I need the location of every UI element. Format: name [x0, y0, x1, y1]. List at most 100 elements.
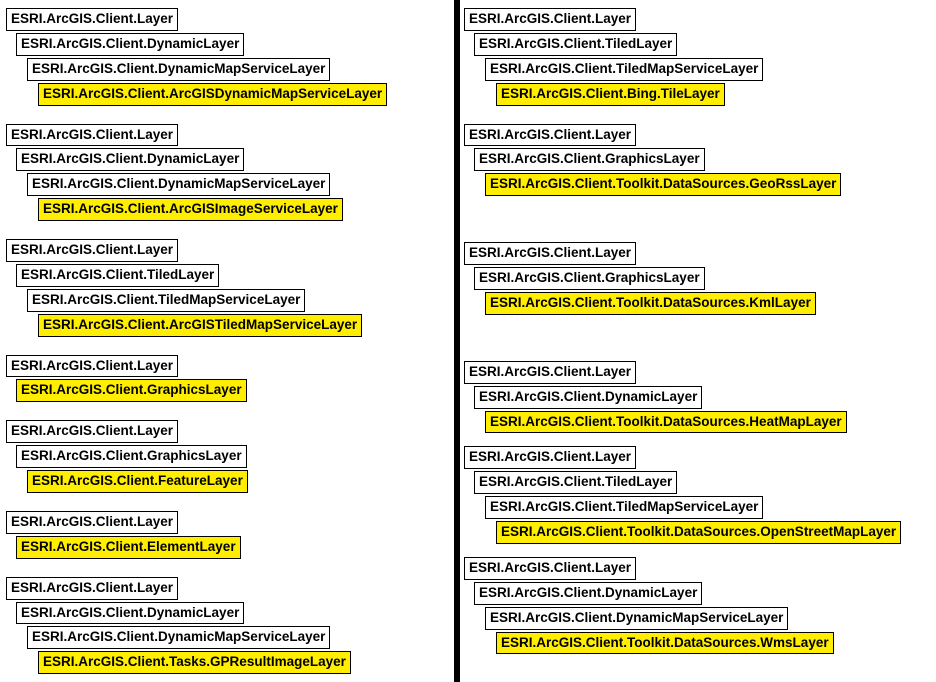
- class-row: ESRI.ArcGIS.Client.Tasks.GPResultImageLa…: [6, 649, 448, 674]
- class-box-leaf: ESRI.ArcGIS.Client.Toolkit.DataSources.H…: [485, 411, 847, 434]
- class-box-leaf: ESRI.ArcGIS.Client.Toolkit.DataSources.G…: [485, 173, 841, 196]
- class-row: ESRI.ArcGIS.Client.DynamicMapServiceLaye…: [464, 605, 930, 630]
- class-box: ESRI.ArcGIS.Client.Layer: [464, 242, 636, 265]
- class-row: ESRI.ArcGIS.Client.DynamicMapServiceLaye…: [6, 171, 448, 196]
- class-box: ESRI.ArcGIS.Client.Layer: [464, 446, 636, 469]
- class-box: ESRI.ArcGIS.Client.TiledLayer: [474, 471, 677, 494]
- class-box-leaf: ESRI.ArcGIS.Client.Bing.TileLayer: [496, 83, 725, 106]
- class-box-leaf: ESRI.ArcGIS.Client.ElementLayer: [16, 536, 241, 559]
- class-row: ESRI.ArcGIS.Client.DynamicLayer: [464, 580, 930, 605]
- class-row: ESRI.ArcGIS.Client.DynamicLayer: [6, 146, 448, 171]
- class-box: ESRI.ArcGIS.Client.DynamicLayer: [474, 582, 702, 605]
- class-row: ESRI.ArcGIS.Client.Layer: [6, 237, 448, 262]
- hierarchy-group: ESRI.ArcGIS.Client.LayerESRI.ArcGIS.Clie…: [464, 444, 930, 544]
- class-box: ESRI.ArcGIS.Client.DynamicLayer: [16, 148, 244, 171]
- class-row: ESRI.ArcGIS.Client.Bing.TileLayer: [464, 81, 930, 106]
- class-box: ESRI.ArcGIS.Client.GraphicsLayer: [474, 267, 705, 290]
- class-box: ESRI.ArcGIS.Client.TiledLayer: [474, 33, 677, 56]
- diagram-root: ESRI.ArcGIS.Client.LayerESRI.ArcGIS.Clie…: [0, 0, 936, 682]
- class-box-leaf: ESRI.ArcGIS.Client.ArcGISTiledMapService…: [38, 314, 362, 337]
- class-row: ESRI.ArcGIS.Client.DynamicLayer: [6, 31, 448, 56]
- class-row: ESRI.ArcGIS.Client.TiledMapServiceLayer: [6, 287, 448, 312]
- class-box: ESRI.ArcGIS.Client.DynamicMapServiceLaye…: [27, 626, 330, 649]
- class-box: ESRI.ArcGIS.Client.GraphicsLayer: [474, 148, 705, 171]
- class-row: ESRI.ArcGIS.Client.Toolkit.DataSources.O…: [464, 519, 930, 544]
- class-box-leaf: ESRI.ArcGIS.Client.Toolkit.DataSources.W…: [496, 632, 834, 655]
- class-box-leaf: ESRI.ArcGIS.Client.FeatureLayer: [27, 470, 248, 493]
- class-row: ESRI.ArcGIS.Client.Layer: [6, 6, 448, 31]
- class-row: ESRI.ArcGIS.Client.Layer: [6, 418, 448, 443]
- class-box: ESRI.ArcGIS.Client.Layer: [6, 577, 178, 600]
- class-row: ESRI.ArcGIS.Client.TiledMapServiceLayer: [464, 494, 930, 519]
- hierarchy-group: ESRI.ArcGIS.Client.LayerESRI.ArcGIS.Clie…: [464, 122, 930, 197]
- hierarchy-group: ESRI.ArcGIS.Client.LayerESRI.ArcGIS.Clie…: [464, 359, 930, 434]
- hierarchy-group: ESRI.ArcGIS.Client.LayerESRI.ArcGIS.Clie…: [464, 240, 930, 315]
- class-box: ESRI.ArcGIS.Client.GraphicsLayer: [16, 445, 247, 468]
- class-box-leaf: ESRI.ArcGIS.Client.Tasks.GPResultImageLa…: [38, 651, 351, 674]
- hierarchy-group: ESRI.ArcGIS.Client.LayerESRI.ArcGIS.Clie…: [464, 555, 930, 655]
- class-row: ESRI.ArcGIS.Client.Layer: [6, 122, 448, 147]
- class-box-leaf: ESRI.ArcGIS.Client.Toolkit.DataSources.O…: [496, 521, 901, 544]
- class-box-leaf: ESRI.ArcGIS.Client.GraphicsLayer: [16, 379, 247, 402]
- left-column: ESRI.ArcGIS.Client.LayerESRI.ArcGIS.Clie…: [0, 0, 454, 682]
- class-box: ESRI.ArcGIS.Client.Layer: [6, 8, 178, 31]
- class-box: ESRI.ArcGIS.Client.DynamicMapServiceLaye…: [485, 607, 788, 630]
- class-row: ESRI.ArcGIS.Client.Layer: [6, 353, 448, 378]
- class-row: ESRI.ArcGIS.Client.ArcGISImageServiceLay…: [6, 196, 448, 221]
- class-box: ESRI.ArcGIS.Client.DynamicLayer: [16, 602, 244, 625]
- class-row: ESRI.ArcGIS.Client.DynamicMapServiceLaye…: [6, 56, 448, 81]
- class-box-leaf: ESRI.ArcGIS.Client.ArcGISDynamicMapServi…: [38, 83, 387, 106]
- class-row: ESRI.ArcGIS.Client.Toolkit.DataSources.H…: [464, 409, 930, 434]
- class-row: ESRI.ArcGIS.Client.ArcGISDynamicMapServi…: [6, 81, 448, 106]
- hierarchy-group: ESRI.ArcGIS.Client.LayerESRI.ArcGIS.Clie…: [6, 353, 448, 403]
- class-row: ESRI.ArcGIS.Client.DynamicMapServiceLaye…: [6, 624, 448, 649]
- class-box: ESRI.ArcGIS.Client.TiledMapServiceLayer: [27, 289, 305, 312]
- hierarchy-group: ESRI.ArcGIS.Client.LayerESRI.ArcGIS.Clie…: [6, 237, 448, 337]
- class-row: ESRI.ArcGIS.Client.TiledMapServiceLayer: [464, 56, 930, 81]
- class-box: ESRI.ArcGIS.Client.Layer: [6, 511, 178, 534]
- class-box: ESRI.ArcGIS.Client.Layer: [464, 8, 636, 31]
- class-row: ESRI.ArcGIS.Client.GraphicsLayer: [464, 265, 930, 290]
- class-box: ESRI.ArcGIS.Client.Layer: [6, 355, 178, 378]
- class-box: ESRI.ArcGIS.Client.Layer: [6, 124, 178, 147]
- right-column: ESRI.ArcGIS.Client.LayerESRI.ArcGIS.Clie…: [460, 0, 936, 682]
- hierarchy-group: ESRI.ArcGIS.Client.LayerESRI.ArcGIS.Clie…: [6, 6, 448, 106]
- hierarchy-group: ESRI.ArcGIS.Client.LayerESRI.ArcGIS.Clie…: [6, 509, 448, 559]
- class-box: ESRI.ArcGIS.Client.DynamicLayer: [16, 33, 244, 56]
- class-box: ESRI.ArcGIS.Client.TiledMapServiceLayer: [485, 496, 763, 519]
- class-row: ESRI.ArcGIS.Client.GraphicsLayer: [464, 146, 930, 171]
- class-row: ESRI.ArcGIS.Client.Layer: [6, 575, 448, 600]
- class-row: ESRI.ArcGIS.Client.Toolkit.DataSources.G…: [464, 171, 930, 196]
- class-row: ESRI.ArcGIS.Client.FeatureLayer: [6, 468, 448, 493]
- class-box: ESRI.ArcGIS.Client.Layer: [6, 239, 178, 262]
- hierarchy-group: ESRI.ArcGIS.Client.LayerESRI.ArcGIS.Clie…: [6, 122, 448, 222]
- class-box: ESRI.ArcGIS.Client.Layer: [464, 361, 636, 384]
- class-row: ESRI.ArcGIS.Client.ArcGISTiledMapService…: [6, 312, 448, 337]
- class-row: ESRI.ArcGIS.Client.Layer: [464, 6, 930, 31]
- class-row: ESRI.ArcGIS.Client.ElementLayer: [6, 534, 448, 559]
- class-box: ESRI.ArcGIS.Client.TiledMapServiceLayer: [485, 58, 763, 81]
- class-row: ESRI.ArcGIS.Client.Layer: [464, 122, 930, 147]
- class-box: ESRI.ArcGIS.Client.TiledLayer: [16, 264, 219, 287]
- class-box: ESRI.ArcGIS.Client.DynamicLayer: [474, 386, 702, 409]
- class-box: ESRI.ArcGIS.Client.DynamicMapServiceLaye…: [27, 173, 330, 196]
- class-row: ESRI.ArcGIS.Client.DynamicLayer: [464, 384, 930, 409]
- class-row: ESRI.ArcGIS.Client.Layer: [6, 509, 448, 534]
- class-box-leaf: ESRI.ArcGIS.Client.Toolkit.DataSources.K…: [485, 292, 816, 315]
- class-box: ESRI.ArcGIS.Client.Layer: [464, 557, 636, 580]
- class-row: ESRI.ArcGIS.Client.Toolkit.DataSources.W…: [464, 630, 930, 655]
- class-row: ESRI.ArcGIS.Client.TiledLayer: [6, 262, 448, 287]
- class-row: ESRI.ArcGIS.Client.Layer: [464, 240, 930, 265]
- class-row: ESRI.ArcGIS.Client.Layer: [464, 444, 930, 469]
- class-row: ESRI.ArcGIS.Client.GraphicsLayer: [6, 443, 448, 468]
- hierarchy-group: ESRI.ArcGIS.Client.LayerESRI.ArcGIS.Clie…: [6, 575, 448, 675]
- class-row: ESRI.ArcGIS.Client.DynamicLayer: [6, 600, 448, 625]
- class-box: ESRI.ArcGIS.Client.DynamicMapServiceLaye…: [27, 58, 330, 81]
- class-row: ESRI.ArcGIS.Client.TiledLayer: [464, 469, 930, 494]
- class-box: ESRI.ArcGIS.Client.Layer: [464, 124, 636, 147]
- class-row: ESRI.ArcGIS.Client.TiledLayer: [464, 31, 930, 56]
- class-box: ESRI.ArcGIS.Client.Layer: [6, 420, 178, 443]
- class-row: ESRI.ArcGIS.Client.Toolkit.DataSources.K…: [464, 290, 930, 315]
- hierarchy-group: ESRI.ArcGIS.Client.LayerESRI.ArcGIS.Clie…: [464, 6, 930, 106]
- class-row: ESRI.ArcGIS.Client.Layer: [464, 555, 930, 580]
